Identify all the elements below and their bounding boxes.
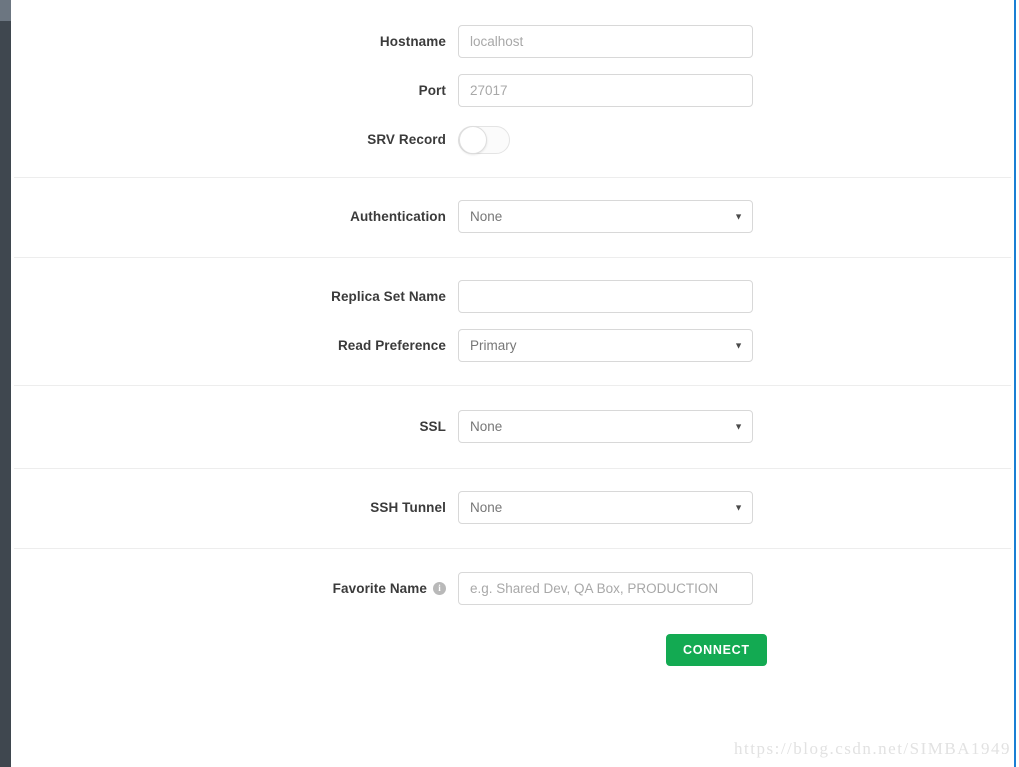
row-srv-record: SRV Record: [14, 115, 1011, 164]
section-ssh-tunnel: SSH Tunnel None ▼: [14, 469, 1011, 549]
replica-set-name-input[interactable]: [458, 280, 753, 313]
authentication-label: Authentication: [350, 209, 446, 224]
port-control: [458, 74, 1011, 107]
left-sidebar-strip: [0, 0, 11, 767]
ssl-control: None ▼: [458, 410, 1011, 443]
ssh-tunnel-label: SSH Tunnel: [370, 500, 446, 515]
read-preference-label: Read Preference: [337, 338, 446, 353]
authentication-selected-value: None: [470, 209, 503, 224]
connect-button-area: CONNECT: [458, 634, 1011, 666]
section-authentication: Authentication None ▼: [14, 178, 1011, 258]
srv-record-label: SRV Record: [367, 132, 446, 147]
row-hostname: Hostname: [14, 17, 1011, 66]
chevron-down-icon: ▼: [734, 421, 743, 431]
srv-record-control: [458, 125, 1011, 154]
chevron-down-icon: ▼: [734, 502, 743, 512]
port-label: Port: [418, 83, 446, 98]
read-preference-select[interactable]: Primary ▼: [458, 329, 753, 362]
favorite-name-control: [458, 572, 1011, 605]
srv-record-toggle[interactable]: [458, 125, 510, 154]
section-replica-set: Replica Set Name Read Preference Primary…: [14, 258, 1011, 386]
hostname-control: [458, 25, 1011, 58]
connect-button[interactable]: CONNECT: [666, 634, 767, 666]
ssl-selected-value: None: [470, 419, 503, 434]
row-read-preference: Read Preference Primary ▼: [14, 321, 1011, 370]
row-replica-set-name: Replica Set Name: [14, 272, 1011, 321]
connection-form: Hostname Port SRV Record: [11, 0, 1014, 767]
srv-record-toggle-knob: [459, 125, 487, 154]
row-favorite-name: Favorite Name i: [14, 564, 1011, 613]
row-ssl: SSL None ▼: [14, 402, 1011, 451]
section-host: Hostname Port SRV Record: [14, 0, 1011, 178]
replica-set-name-label: Replica Set Name: [331, 289, 446, 304]
ssl-label: SSL: [419, 419, 446, 434]
read-preference-control: Primary ▼: [458, 329, 1011, 362]
row-authentication: Authentication None ▼: [14, 192, 1011, 241]
application-window: Hostname Port SRV Record: [0, 0, 1019, 767]
favorite-name-input[interactable]: [458, 572, 753, 605]
favorite-name-label: Favorite Name i: [14, 581, 458, 596]
hostname-input[interactable]: [458, 25, 753, 58]
read-preference-selected-value: Primary: [470, 338, 517, 353]
watermark-text: https://blog.csdn.net/SIMBA1949: [734, 739, 1011, 758]
ssh-tunnel-control: None ▼: [458, 491, 1011, 524]
authentication-select[interactable]: None ▼: [458, 200, 753, 233]
chevron-down-icon: ▼: [734, 340, 743, 350]
section-ssl: SSL None ▼: [14, 386, 1011, 469]
ssh-tunnel-select[interactable]: None ▼: [458, 491, 753, 524]
right-edge-accent-line: [1014, 0, 1016, 767]
connect-row: CONNECT: [14, 613, 1011, 687]
hostname-label: Hostname: [379, 34, 446, 49]
row-port: Port: [14, 66, 1011, 115]
favorite-name-label-text: Favorite Name: [332, 581, 427, 596]
ssh-tunnel-selected-value: None: [470, 500, 503, 515]
section-favorite: Favorite Name i CONNECT: [14, 549, 1011, 687]
left-sidebar-strip-top: [0, 0, 11, 21]
info-icon[interactable]: i: [433, 582, 446, 595]
chevron-down-icon: ▼: [734, 211, 743, 221]
replica-set-name-control: [458, 280, 1011, 313]
authentication-control: None ▼: [458, 200, 1011, 233]
port-input[interactable]: [458, 74, 753, 107]
row-ssh-tunnel: SSH Tunnel None ▼: [14, 483, 1011, 532]
ssl-select[interactable]: None ▼: [458, 410, 753, 443]
